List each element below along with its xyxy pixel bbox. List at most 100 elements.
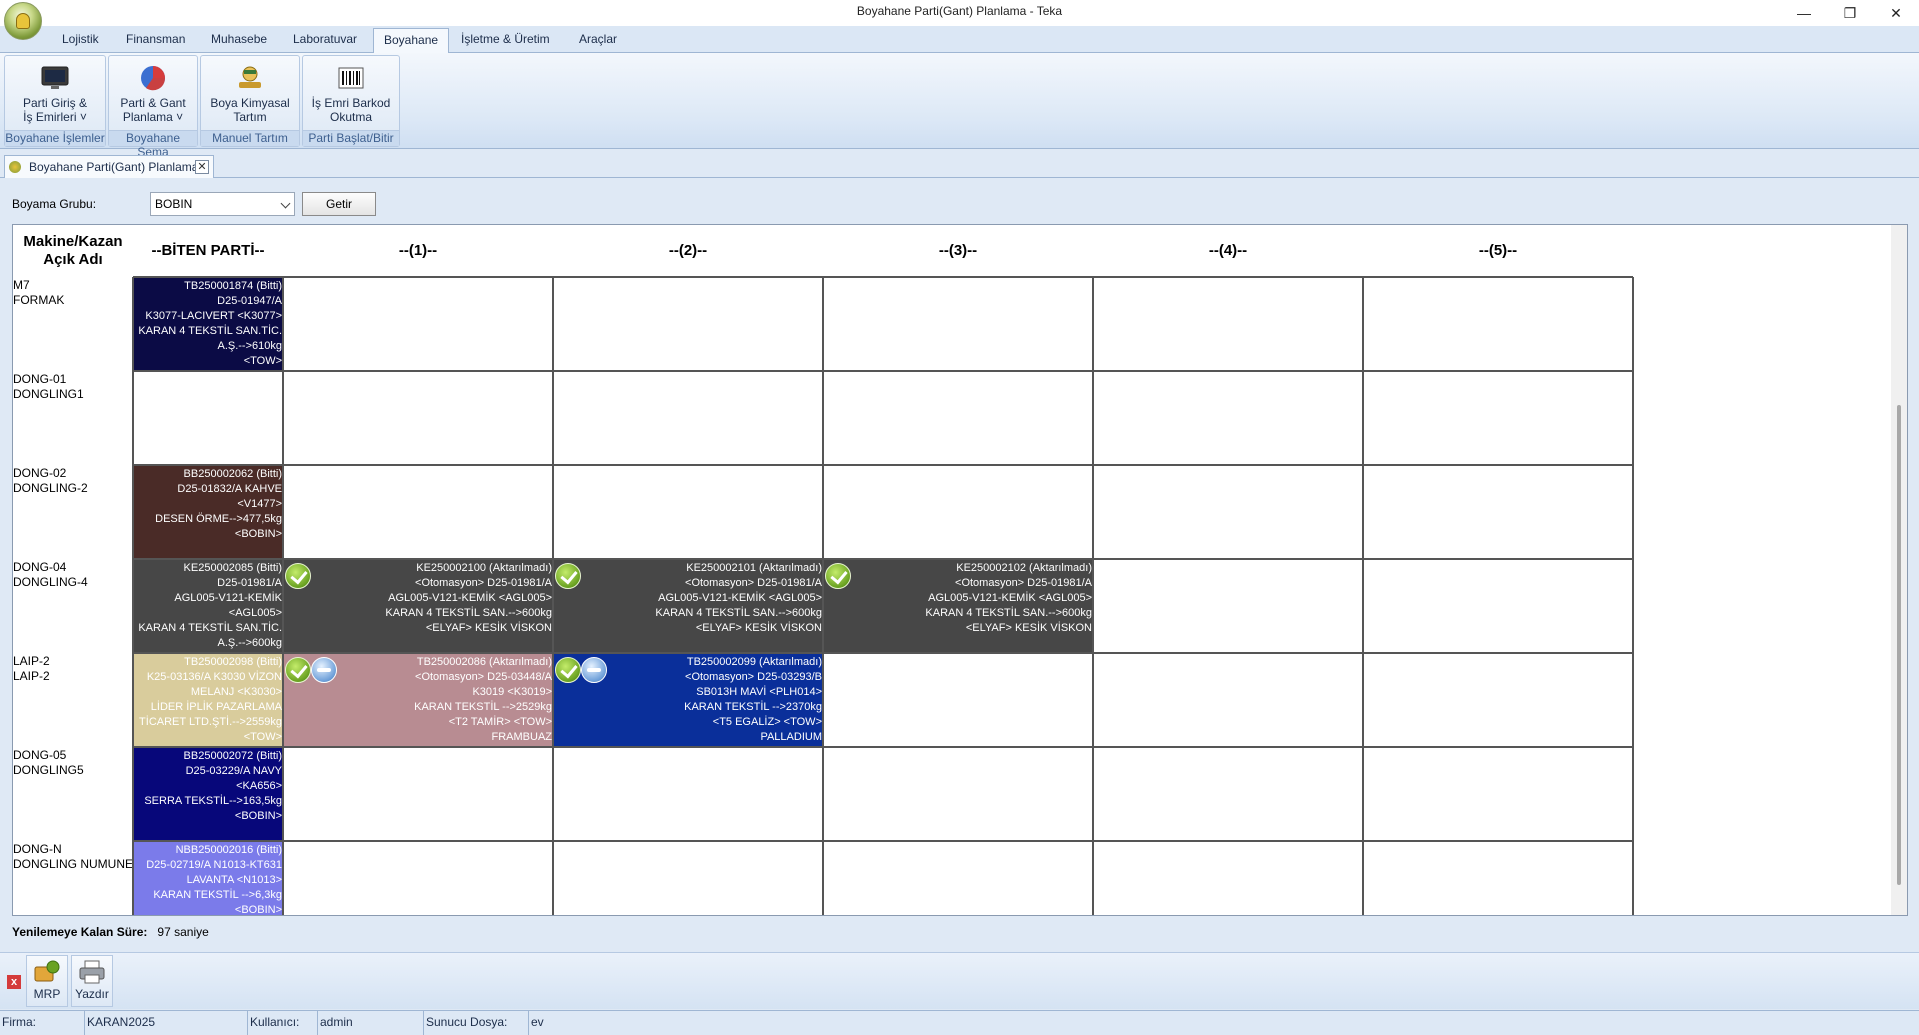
batch-card[interactable]: KE250002085 (Bitti) D25-01981/A AGL005-V12… (133, 559, 283, 653)
ribbon-group-boyahane-sema: Parti & Gant Planlama ˅ Boyahane Şema (108, 55, 198, 159)
gantt-grid[interactable]: Makine/Kazan Açık Adı --BİTEN PARTİ-- --(1… (12, 224, 1908, 916)
getir-button[interactable]: Getir (302, 192, 376, 216)
batch-card[interactable]: TB250001874 (Bitti) D25-01947/A K3077-LACI… (133, 277, 283, 371)
batch-card-line: LİDER İPLİK PAZARLAMA (150, 701, 282, 713)
boya-kimyasal-button[interactable]: Boya Kimyasal Tartım (201, 56, 299, 132)
check-icon (285, 657, 311, 683)
status-kullanici-value: admin (318, 1011, 424, 1035)
chevron-down-icon (280, 198, 291, 209)
check-icon (555, 563, 581, 589)
machine-name-line: DONG-02 (13, 466, 67, 480)
doc-tab-label: Boyahane Parti(Gant) Planlama (29, 160, 199, 174)
yazdir-button[interactable]: Yazdır (71, 955, 113, 1007)
menu-tab-muhasebe[interactable]: Muhasebe (211, 32, 267, 46)
batch-card-line: KARAN TEKSTİL -->6,3kg (153, 889, 282, 901)
batch-card-line: <ELYAF> KESİK VİSKON (425, 622, 552, 634)
pie-chart-icon (141, 66, 166, 91)
check-icon (825, 563, 851, 589)
batch-card[interactable]: KE250002101 (Aktarılmadı) <Otomasyon> D25… (553, 559, 823, 653)
batch-card-line: <AGL005> (228, 607, 282, 619)
batch-card-line: <Otomasyon> D25-01981/A (415, 577, 552, 589)
menu-bar: Lojistik Finansman Muhasebe Laboratuvar … (0, 26, 1919, 54)
machine-name-line: DONGLING NUMUNE (13, 857, 134, 871)
batch-card-line: KARAN TEKSTİL -->2370kg (684, 701, 822, 713)
batch-card-line: <V1477> (237, 498, 282, 510)
batch-card[interactable]: KE250002102 (Aktarılmadı) <Otomasyon> D25… (823, 559, 1093, 653)
menu-tab-finansman[interactable]: Finansman (126, 32, 185, 46)
parti-gant-label: Parti & Gant Planlama ˅ (120, 96, 186, 124)
batch-card-line: A.Ş.-->600kg (217, 637, 282, 649)
machine-name-line: DONGLING5 (13, 763, 84, 777)
batch-card-line: A.Ş.-->610kg (217, 340, 282, 352)
batch-card-line: K25-03136/A K3030 VİZON (146, 671, 282, 683)
mrp-button[interactable]: MRP (26, 955, 68, 1007)
batch-card-line: AGL005-V121-KEMİK (174, 592, 282, 604)
batch-card[interactable]: BB250002072 (Bitti) D25-03229/A NAVY <KA65… (133, 747, 283, 841)
doc-tab-boyahane-planlama[interactable]: Boyahane Parti(Gant) Planlama ✕ (4, 155, 214, 178)
batch-card-line: NBB250002016 (Bitti) (175, 844, 282, 856)
grid-col-line (552, 277, 554, 915)
grid-col-line (282, 277, 284, 915)
batch-card-line: D25-01981/A (217, 577, 282, 589)
app-menu-button[interactable] (4, 2, 42, 40)
batch-card[interactable]: BB250002062 (Bitti) D25-01832/A KAHVE <V14… (133, 465, 283, 559)
batch-card-line: TB250001874 (Bitti) (184, 280, 282, 292)
boyama-grubu-select[interactable]: BOBIN (150, 192, 295, 216)
grid-row-line (133, 558, 1633, 560)
batch-card-line: PALLADIUM (760, 731, 822, 743)
column-header-makine: Makine/Kazan Açık Adı (23, 233, 123, 268)
column-header-3: --(2)-- (668, 242, 708, 259)
menu-tab-laboratuvar[interactable]: Laboratuvar (293, 32, 357, 46)
grid-col-line (1362, 277, 1364, 915)
refresh-value: 97 saniye (157, 925, 209, 939)
batch-card[interactable]: NBB250002016 (Bitti) D25-02719/A N1013-KT… (133, 841, 283, 916)
batch-card[interactable]: KE250002100 (Aktarılmadı) <Otomasyon> D25… (283, 559, 553, 653)
is-emri-barkod-button[interactable]: İş Emri Barkod Okutma (303, 56, 399, 132)
status-kullanici-label: Kullanıcı: (248, 1011, 318, 1035)
machine-name: LAIP-2 LAIP-2 (13, 654, 133, 684)
batch-card-line: AGL005-V121-KEMİK <AGL005> (658, 592, 822, 604)
app-icon (9, 161, 21, 173)
batch-card-line: K3077-LACIVERT <K3077> (145, 310, 282, 322)
menu-tab-boyahane[interactable]: Boyahane (373, 28, 450, 54)
batch-card-line: KARAN 4 TEKSTİL SAN.-->600kg (925, 607, 1092, 619)
machine-name-line: M7 (13, 278, 30, 292)
minimize-button[interactable]: — (1781, 0, 1827, 26)
batch-card[interactable]: TB250002098 (Bitti) K25-03136/A K3030 VİZ… (133, 653, 283, 747)
batch-card-line: <BOBIN> (234, 528, 282, 540)
menu-tab-lojistik[interactable]: Lojistik (62, 32, 99, 46)
batch-card-line: BB250002062 (Bitti) (183, 468, 282, 480)
maximize-button[interactable]: ❐ (1827, 0, 1873, 26)
scroll-thumb[interactable] (1897, 405, 1901, 885)
machine-name-line: DONG-05 (13, 748, 67, 762)
grid-col-line (1632, 277, 1634, 915)
batch-card-line: <BOBIN> (234, 904, 282, 916)
batch-card-line: <Otomasyon> D25-01981/A (955, 577, 1092, 589)
batch-card-line: KE250002100 (Aktarılmadı) (416, 562, 552, 574)
batch-card-line: KARAN 4 TEKSTİL SAN.-->600kg (655, 607, 822, 619)
batch-card-line: LAVANTA <N1013> (186, 874, 282, 886)
batch-card-line: MELANJ <K3030> (190, 686, 282, 698)
vertical-scrollbar[interactable] (1891, 225, 1907, 915)
grid-row-line (133, 464, 1633, 466)
grid-col-line (822, 277, 824, 915)
check-icon (285, 563, 311, 589)
bottom-toolbar: x MRP Yazdır (0, 952, 1919, 1009)
machine-name-line: LAIP-2 (13, 654, 50, 668)
batch-card-line: D25-01947/A (217, 295, 282, 307)
grid-col-line (132, 277, 134, 915)
grid-row-line (133, 840, 1633, 842)
is-emri-barkod-label: İş Emri Barkod Okutma (311, 96, 391, 124)
menu-tab-araclar[interactable]: Araçlar (579, 32, 617, 46)
batch-card-line: BB250002072 (Bitti) (183, 750, 282, 762)
parti-giris-button[interactable]: Parti Giriş & İş Emirleri ˅ (5, 56, 105, 132)
parti-gant-button[interactable]: Parti & Gant Planlama ˅ (109, 56, 197, 132)
close-icon[interactable]: ✕ (195, 160, 209, 174)
close-button[interactable]: ✕ (1873, 0, 1919, 26)
ribbon: Parti Giriş & İş Emirleri ˅ Boyahane İşl… (0, 53, 1919, 159)
close-icon[interactable]: x (7, 975, 21, 989)
ribbon-group-parti-baslat: İş Emri Barkod Okutma Parti Başlat/Bitir (302, 55, 400, 147)
ribbon-group-manuel-tartim: Boya Kimyasal Tartım Manuel Tartım (200, 55, 300, 147)
column-header-6: --(5)-- (1478, 242, 1518, 259)
menu-tab-isletme-uretim[interactable]: İşletme & Üretim (461, 32, 550, 46)
